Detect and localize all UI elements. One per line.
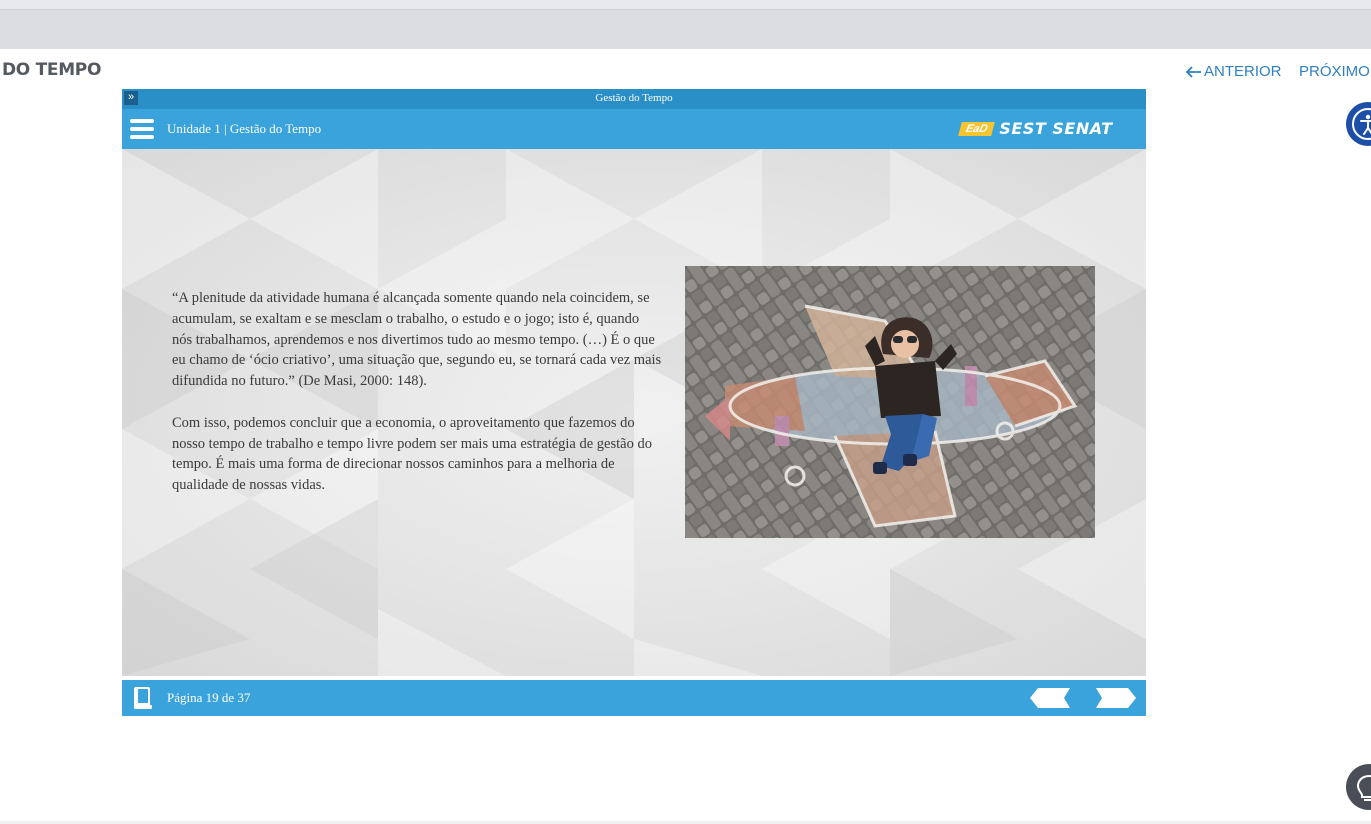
- child-chalk-airplane-photo: [685, 266, 1095, 538]
- lightbulb-icon: [1356, 774, 1371, 801]
- prev-page-arrow-icon[interactable]: [1030, 688, 1070, 708]
- slide-content: “A plenitude da atividade humana é alcan…: [122, 149, 1146, 676]
- viewer-title: Gestão do Tempo: [595, 92, 673, 104]
- viewer-header: Unidade 1 | Gestão do Tempo EaD SEST SEN…: [122, 109, 1146, 149]
- quote-paragraph: “A plenitude da atividade humana é alcan…: [172, 290, 662, 390]
- unit-title: Unidade 1 | Gestão do Tempo: [167, 121, 322, 136]
- next-link[interactable]: PRÓXIMO: [1299, 63, 1370, 80]
- book-icon[interactable]: [132, 686, 154, 710]
- previous-link[interactable]: ANTERIOR: [1186, 63, 1282, 80]
- viewer-footer: Página 19 de 37: [122, 680, 1146, 716]
- accessibility-button[interactable]: [1346, 102, 1371, 146]
- next-page-arrow-icon[interactable]: [1096, 688, 1136, 708]
- browser-top-strip: [0, 0, 1371, 9]
- lightbulb-button[interactable]: [1346, 764, 1371, 810]
- arrow-left-icon: [1186, 65, 1201, 78]
- course-viewer: » Gestão do Tempo Unidade 1 | Gestão do …: [122, 89, 1146, 716]
- previous-label: ANTERIOR: [1204, 63, 1282, 80]
- hamburger-menu-icon[interactable]: [130, 119, 154, 139]
- slide-text: “A plenitude da atividade humana é alcan…: [172, 288, 662, 517]
- viewer-title-strip: » Gestão do Tempo: [122, 89, 1146, 109]
- page-counter: Página 19 de 37: [167, 690, 251, 705]
- site-header-bar: [0, 9, 1371, 49]
- logo-ead: EaD: [958, 121, 996, 136]
- sest-senat-logo: EaD SEST SENAT: [958, 119, 1113, 138]
- accessibility-icon: [1352, 108, 1371, 140]
- logo-brand: SEST SENAT: [999, 119, 1113, 138]
- page-title: DO TEMPO: [2, 60, 102, 80]
- conclusion-paragraph: Com isso, podemos concluir que a economi…: [172, 414, 652, 494]
